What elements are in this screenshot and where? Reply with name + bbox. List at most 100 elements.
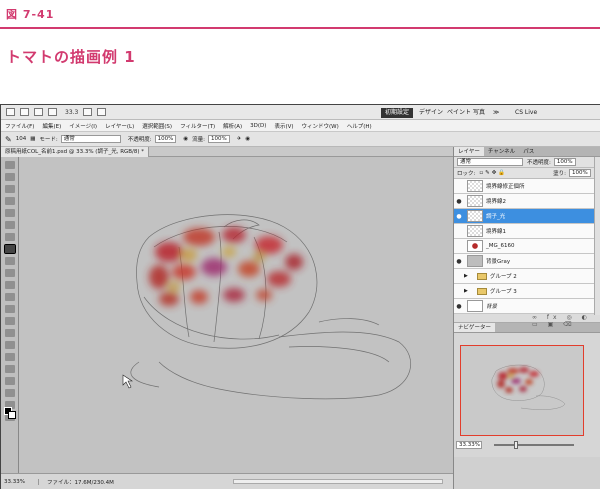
eye-icon[interactable]: ● <box>454 213 464 220</box>
background-color-swatch[interactable] <box>8 411 16 419</box>
layer-name: 背景 <box>486 304 498 310</box>
layer-name: グループ 3 <box>489 289 517 295</box>
eyedropper-tool-icon[interactable] <box>5 221 15 229</box>
menu-view[interactable]: 表示(V) <box>270 122 297 130</box>
status-zoom[interactable]: 33.33% <box>1 478 39 485</box>
pressure-size-icon[interactable]: ◉ <box>245 136 250 142</box>
history-brush-icon[interactable] <box>5 269 15 277</box>
layer-row[interactable]: ● 背景Gray <box>454 254 600 269</box>
3d-orbit-tool-icon[interactable] <box>5 389 15 397</box>
layers-scrollbar[interactable] <box>594 157 600 315</box>
eye-icon[interactable]: ● <box>454 198 464 205</box>
stamp-tool-icon[interactable] <box>5 257 15 265</box>
horizontal-scrollbar[interactable] <box>233 479 443 484</box>
document-tab[interactable]: 原稿用紙COL_名前1.psd @ 33.3% (調子_光, RGB/8) * <box>1 147 150 157</box>
lasso-tool-icon[interactable] <box>5 185 15 193</box>
menu-layer[interactable]: レイヤー(L) <box>101 122 138 130</box>
layer-row[interactable]: ● 境界線2 <box>454 194 600 209</box>
navigator-preview <box>491 364 566 410</box>
lock-icons[interactable]: ▫✎✥🔒 <box>479 170 507 176</box>
tab-navigator[interactable]: ナビゲーター <box>454 323 496 332</box>
mouse-cursor-icon <box>122 374 133 389</box>
menu-edit[interactable]: 編集(E) <box>38 122 65 130</box>
cs-live-button[interactable]: CS Live <box>511 108 541 118</box>
blend-mode-select[interactable]: 通常 <box>457 158 523 166</box>
menu-analysis[interactable]: 解析(A) <box>219 122 246 130</box>
navigator-zoom-slider[interactable] <box>494 444 574 446</box>
layer-row[interactable]: _MG_6160 <box>454 239 600 254</box>
menu-filter[interactable]: フィルター(T) <box>176 122 219 130</box>
opacity-input[interactable]: 100% <box>154 135 177 143</box>
menu-bar: ファイル(F) 編集(E) イメージ(I) レイヤー(L) 選択範囲(S) フィ… <box>1 120 600 132</box>
hand-tool-icon[interactable] <box>83 108 93 116</box>
brush-size-value[interactable]: 104 <box>16 136 27 142</box>
menu-help[interactable]: ヘルプ(H) <box>343 122 376 130</box>
fill-input[interactable]: 100% <box>569 169 591 177</box>
figure-number: 図 7-41 <box>6 8 55 21</box>
layer-group-row[interactable]: ▶ グループ 2 <box>454 269 600 284</box>
layer-row[interactable]: ● 背景 <box>454 299 600 314</box>
mode-label: モード: <box>39 137 58 143</box>
workspace-more-button[interactable]: ≫ <box>489 108 503 118</box>
tab-layers[interactable]: レイヤー <box>454 147 484 156</box>
menu-file[interactable]: ファイル(F) <box>1 122 38 130</box>
status-bar: 33.33% ファイル：17.6M/230.4M <box>1 473 453 489</box>
crop-tool-icon[interactable] <box>5 209 15 217</box>
move-tool-icon[interactable] <box>5 161 15 169</box>
menu-window[interactable]: ウィンドウ(W) <box>298 122 343 130</box>
gradient-tool-icon[interactable] <box>5 293 15 301</box>
minibridge-icon[interactable] <box>34 108 43 116</box>
document-canvas[interactable] <box>19 157 453 473</box>
options-bar: ✎ 104 ▦ モード: 通常 不透明度: 100% ◉ 流量: 100% ✈ … <box>1 132 600 147</box>
mode-select[interactable]: 通常 <box>60 135 121 143</box>
3d-rotate-tool-icon[interactable] <box>5 377 15 385</box>
eye-icon[interactable]: ● <box>454 303 464 310</box>
eraser-tool-icon[interactable] <box>5 281 15 289</box>
dodge-tool-icon[interactable] <box>5 317 15 325</box>
figure-rule <box>0 27 600 29</box>
brush-tool-icon[interactable]: ✎ <box>5 135 12 144</box>
layer-name: 境界線2 <box>486 199 506 205</box>
navigator-zoom-input[interactable]: 33.33% <box>456 441 482 449</box>
pen-tool-icon[interactable] <box>5 329 15 337</box>
healing-tool-icon[interactable] <box>5 233 15 241</box>
menu-select[interactable]: 選択範囲(S) <box>138 122 176 130</box>
layer-row[interactable]: 境界線1 <box>454 224 600 239</box>
marquee-tool-icon[interactable] <box>5 173 15 181</box>
layer-row[interactable]: 境界線修正個所 <box>454 179 600 194</box>
workspace-photo[interactable]: 写真 <box>469 108 489 118</box>
airbrush-icon[interactable]: ✈ <box>237 136 242 142</box>
layer-panel-buttons[interactable]: ∞ fx ◎ ◐ ▭ ▣ ⌫ <box>454 314 600 328</box>
layer-name: グループ 2 <box>489 274 517 280</box>
eye-icon[interactable]: ● <box>454 258 464 265</box>
navigator-view-box[interactable] <box>460 345 584 436</box>
arrange-documents-icon[interactable] <box>97 108 107 116</box>
layer-thumbnail <box>467 225 483 237</box>
brush-tool-icon[interactable] <box>4 244 16 254</box>
layer-opacity-input[interactable]: 100% <box>553 158 576 166</box>
quick-select-tool-icon[interactable] <box>5 197 15 205</box>
path-select-tool-icon[interactable] <box>5 353 15 361</box>
navigator-slider-handle[interactable] <box>514 441 518 449</box>
pressure-opacity-icon[interactable]: ◉ <box>183 136 188 142</box>
menu-3d[interactable]: 3D(D) <box>246 123 270 129</box>
layer-name: 境界線修正個所 <box>486 184 525 190</box>
tab-paths[interactable]: パス <box>519 147 538 156</box>
brush-panel-icon[interactable]: ▦ <box>30 136 35 142</box>
flow-input[interactable]: 100% <box>208 135 230 143</box>
bridge-icon[interactable] <box>20 108 29 116</box>
type-tool-icon[interactable] <box>5 341 15 349</box>
expand-arrow-icon[interactable]: ▶ <box>464 288 468 294</box>
blur-tool-icon[interactable] <box>5 305 15 313</box>
shape-tool-icon[interactable] <box>5 365 15 373</box>
layer-row-selected[interactable]: ● 調子_光 <box>454 209 600 224</box>
workspace-essentials[interactable]: 初期設定 <box>381 108 414 118</box>
tab-channels[interactable]: チャンネル <box>484 147 519 156</box>
menu-image[interactable]: イメージ(I) <box>65 122 101 130</box>
layer-group-row[interactable]: ▶ グループ 3 <box>454 284 600 299</box>
view-extras-icon[interactable] <box>48 108 57 116</box>
folder-icon <box>476 287 487 295</box>
zoom-level-field[interactable]: 33.3 <box>65 109 78 116</box>
lock-label: ロック: <box>457 171 476 177</box>
expand-arrow-icon[interactable]: ▶ <box>464 273 468 279</box>
